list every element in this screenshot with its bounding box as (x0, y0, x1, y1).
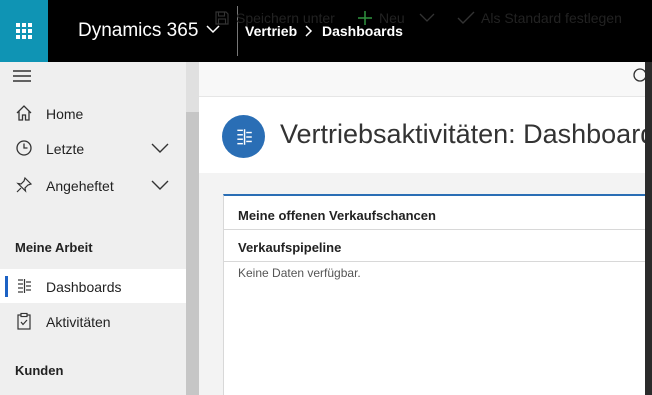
clock-icon (16, 140, 32, 156)
new-button[interactable]: Neu (357, 0, 441, 35)
window-edge (645, 62, 652, 395)
set-default-button[interactable]: Als Standard festlegen (457, 0, 622, 35)
pin-icon (16, 176, 33, 193)
save-as-label: Speichern unter (236, 9, 335, 26)
set-default-label: Als Standard festlegen (481, 9, 622, 26)
chevron-down-icon[interactable] (150, 179, 170, 191)
checkmark-icon (457, 11, 475, 24)
sidebar-item-label: Aktivitäten (46, 314, 111, 330)
sidebar-item-label: Angeheftet (46, 178, 114, 194)
sidebar-item-dashboards[interactable]: Dashboards (0, 269, 186, 303)
chevron-down-icon[interactable] (150, 142, 170, 154)
chevron-down-icon[interactable] (419, 13, 435, 23)
sidebar-section-title: Kunden (15, 363, 64, 378)
sidebar-item-label: Home (46, 106, 84, 122)
waffle-icon (16, 23, 32, 39)
dashboard-panel (223, 194, 652, 395)
hamburger-menu-icon[interactable] (13, 69, 33, 83)
sidebar-item-home[interactable]: Home (0, 96, 186, 130)
chart-title: Verkaufspipeline (238, 240, 342, 255)
divider (224, 229, 652, 230)
sidebar-item-label: Dashboards (46, 279, 122, 295)
save-icon (215, 10, 229, 25)
app-name[interactable]: Dynamics 365 (78, 20, 198, 42)
app-launcher-button[interactable] (0, 0, 48, 62)
sidebar-item-aktivitaeten[interactable]: Aktivitäten (0, 304, 186, 338)
command-bar (199, 62, 652, 97)
page-title: Vertriebsaktivitäten: Dashboard (280, 119, 652, 149)
plus-icon (358, 10, 372, 25)
clipboard-icon (17, 312, 31, 330)
sidebar-scrollbar-thumb[interactable] (186, 112, 199, 395)
new-label: Neu (379, 9, 405, 26)
sidebar-section-title: Meine Arbeit (15, 240, 93, 255)
sidebar-item-angeheftet[interactable]: Angeheftet (0, 168, 186, 202)
empty-state-message: Keine Daten verfügbar. (238, 266, 361, 280)
panel-title: Meine offenen Verkaufschancen (238, 208, 436, 223)
sidebar-item-label: Letzte (46, 141, 85, 157)
dashboard-icon (236, 128, 252, 145)
save-as-button[interactable]: Speichern unter (214, 0, 335, 35)
active-indicator (5, 276, 8, 297)
home-icon (16, 105, 32, 121)
sidebar-item-letzte[interactable]: Letzte (0, 131, 186, 165)
divider (224, 261, 652, 262)
dashboard-icon (18, 279, 31, 293)
dashboard-entity-icon (222, 115, 265, 158)
